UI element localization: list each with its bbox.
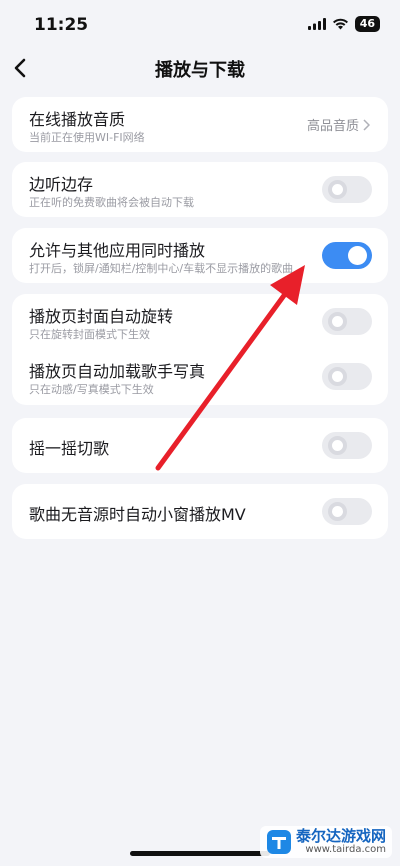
watermark-url: www.tairda.com xyxy=(305,843,386,855)
page-title: 播放与下载 xyxy=(155,60,245,81)
toggle-knob xyxy=(328,436,347,455)
mv-toggle[interactable] xyxy=(322,498,372,525)
row-title: 歌曲无音源时自动小窗播放MV xyxy=(29,505,246,524)
toggle-knob xyxy=(348,246,367,265)
card-cache: 边听边存 正在听的免费歌曲将会被自动下载 xyxy=(12,162,388,217)
card-mv: 歌曲无音源时自动小窗播放MV xyxy=(12,484,388,539)
chevron-right-icon xyxy=(363,118,370,131)
watermark: 泰尔达游戏网 www.tairda.com xyxy=(259,825,392,858)
row-title: 播放页封面自动旋转 xyxy=(29,307,174,326)
watermark-name: 泰尔达游戏网 xyxy=(295,826,386,845)
row-subtitle: 只在动感/写真模式下生效 xyxy=(29,383,154,396)
setting-row-shake: 摇一摇切歌 xyxy=(12,418,388,473)
mix-toggle[interactable] xyxy=(322,242,372,269)
setting-row-mix: 允许与其他应用同时播放 打开后，锁屏/通知栏/控制中心/车载不显示播放的歌曲 xyxy=(12,228,388,283)
wifi-icon xyxy=(332,18,348,30)
status-bar: 11:25 46 xyxy=(0,0,400,48)
row-subtitle: 正在听的免费歌曲将会被自动下载 xyxy=(29,196,194,209)
row-title: 在线播放音质 xyxy=(29,110,126,129)
cache-toggle[interactable] xyxy=(322,176,372,203)
setting-row-mv: 歌曲无音源时自动小窗播放MV xyxy=(12,484,388,539)
row-subtitle: 当前正在使用WI-FI网络 xyxy=(29,131,145,144)
row-subtitle: 只在旋转封面模式下生效 xyxy=(29,328,150,341)
row-title: 允许与其他应用同时播放 xyxy=(29,241,206,260)
status-icons: 46 xyxy=(307,16,380,32)
card-quality: 在线播放音质 当前正在使用WI-FI网络 高品音质 xyxy=(12,97,388,152)
shake-toggle[interactable] xyxy=(322,432,372,459)
nav-bar: 播放与下载 xyxy=(0,48,400,88)
setting-row-rotate: 播放页封面自动旋转 只在旋转封面模式下生效 xyxy=(12,294,388,349)
row-subtitle: 打开后，锁屏/通知栏/控制中心/车载不显示播放的歌曲 xyxy=(29,262,294,275)
row-title: 播放页自动加载歌手写真 xyxy=(29,362,206,381)
photo-toggle[interactable] xyxy=(322,363,372,390)
toggle-knob xyxy=(328,502,347,521)
quality-value-text: 高品音质 xyxy=(306,119,359,134)
setting-row-cache: 边听边存 正在听的免费歌曲将会被自动下载 xyxy=(12,162,388,217)
rotate-toggle[interactable] xyxy=(322,308,372,335)
toggle-knob xyxy=(328,180,347,199)
quality-value: 高品音质 xyxy=(307,115,370,134)
signal-icon xyxy=(307,18,326,30)
card-player: 播放页封面自动旋转 只在旋转封面模式下生效 播放页自动加载歌手写真 只在动感/写… xyxy=(12,294,388,405)
battery-level: 46 xyxy=(354,16,380,32)
toggle-knob xyxy=(328,312,347,331)
card-shake: 摇一摇切歌 xyxy=(12,418,388,473)
setting-row-photo: 播放页自动加载歌手写真 只在动感/写真模式下生效 xyxy=(12,349,388,404)
logo-icon xyxy=(266,829,291,854)
home-indicator xyxy=(130,851,270,856)
row-title: 摇一摇切歌 xyxy=(29,439,110,458)
setting-row-quality[interactable]: 在线播放音质 当前正在使用WI-FI网络 高品音质 xyxy=(12,97,388,152)
card-mix: 允许与其他应用同时播放 打开后，锁屏/通知栏/控制中心/车载不显示播放的歌曲 xyxy=(12,228,388,283)
row-title: 边听边存 xyxy=(29,175,94,194)
toggle-knob xyxy=(328,367,347,386)
status-time: 11:25 xyxy=(34,15,89,35)
